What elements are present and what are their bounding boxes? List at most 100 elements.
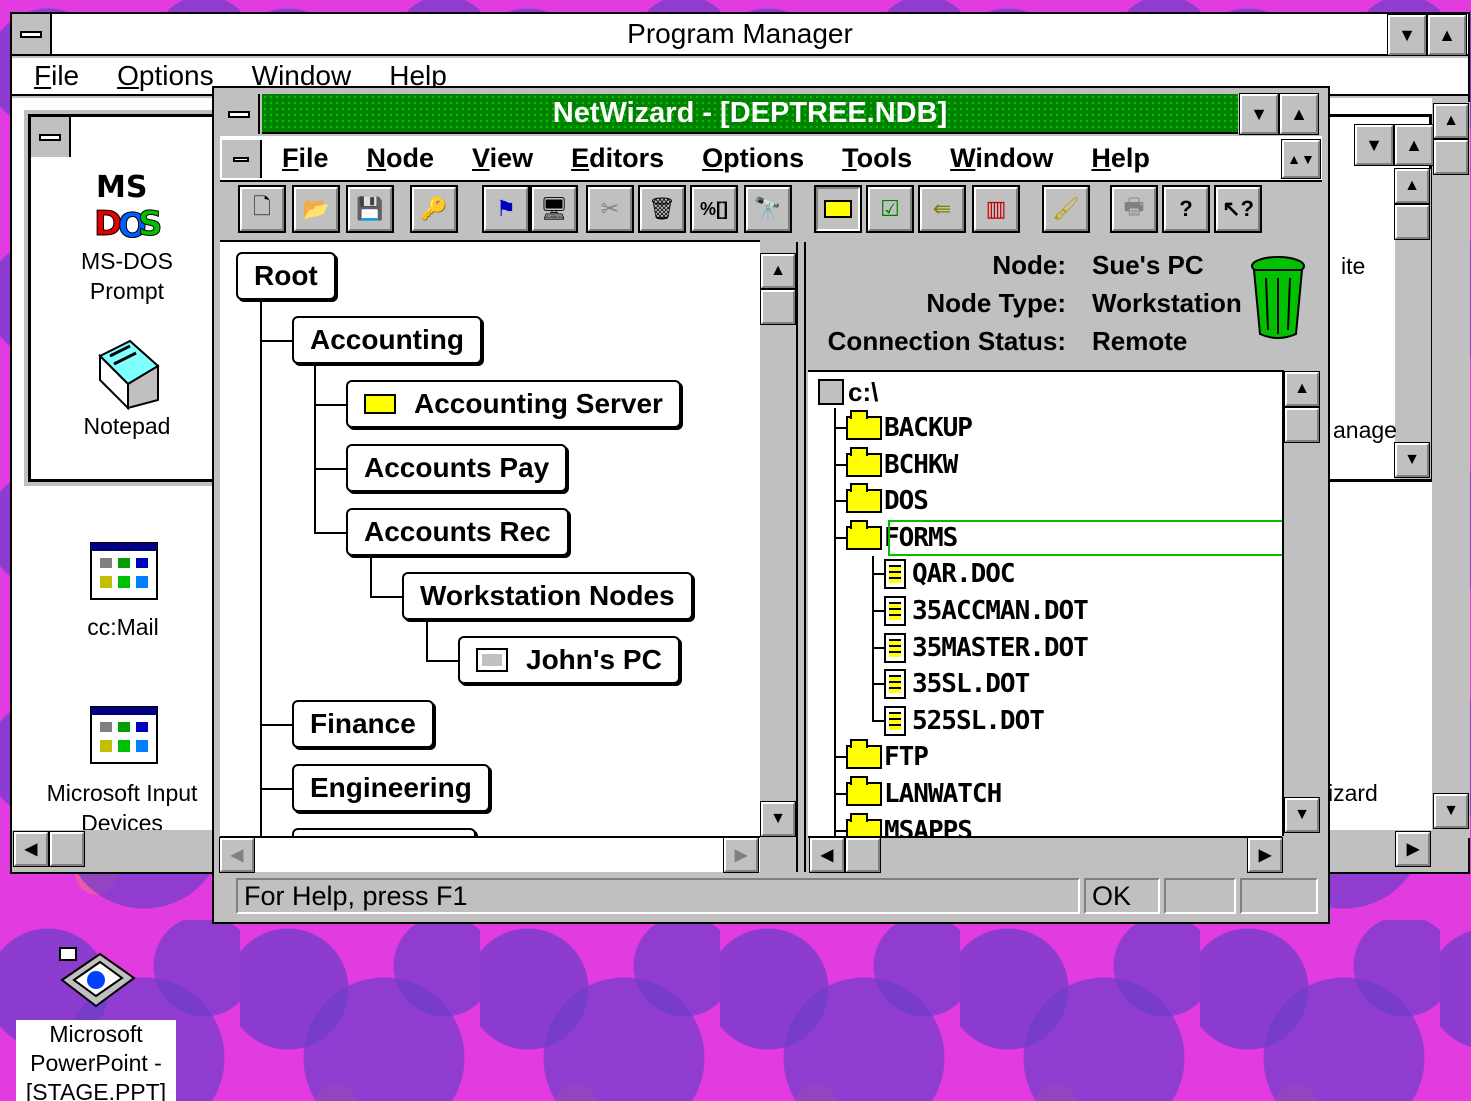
tree-vertical-scrollbar[interactable]: ▲ ▼ bbox=[760, 242, 796, 837]
scroll-thumb[interactable] bbox=[845, 837, 881, 873]
delete-icon[interactable]: 🗑 bbox=[638, 185, 686, 233]
percent-icon[interactable]: %[] bbox=[690, 185, 738, 233]
system-menu-box[interactable] bbox=[12, 14, 52, 54]
menu-file[interactable]: File bbox=[34, 60, 79, 92]
folder-item[interactable]: MSAPPS bbox=[836, 812, 973, 836]
scroll-thumb[interactable] bbox=[1433, 139, 1469, 175]
file-item[interactable]: 35SL.DOT bbox=[874, 666, 1030, 702]
scroll-left-arrow[interactable]: ◀ bbox=[219, 837, 255, 873]
scroll-left-arrow[interactable]: ◀ bbox=[13, 831, 49, 867]
scroll-down-arrow[interactable]: ▼ bbox=[1394, 442, 1430, 478]
back-icon[interactable]: ⇚ bbox=[918, 185, 966, 233]
program-group-icon[interactable] bbox=[90, 542, 158, 600]
powerpoint-label[interactable]: Microsoft PowerPoint - [STAGE.PPT] bbox=[16, 1020, 176, 1101]
tree-node-root[interactable]: Root bbox=[236, 252, 336, 300]
group-minimize-button[interactable]: ▼ bbox=[1354, 124, 1394, 166]
folder-item[interactable]: FTP bbox=[836, 739, 929, 775]
file-horizontal-scrollbar[interactable]: ◀ ▶ bbox=[808, 836, 1283, 873]
file-item[interactable]: 35MASTER.DOT bbox=[874, 630, 1089, 666]
powerpoint-icon[interactable] bbox=[56, 944, 136, 1014]
scroll-right-arrow[interactable]: ▶ bbox=[1247, 837, 1283, 873]
scroll-down-arrow[interactable]: ▼ bbox=[1433, 793, 1469, 829]
netwizard-maximize-button[interactable]: ▲ bbox=[1279, 93, 1319, 135]
key-icon[interactable]: 🔑 bbox=[410, 185, 458, 233]
program-group-icon[interactable] bbox=[90, 706, 158, 764]
context-help-icon[interactable]: ↖? bbox=[1214, 185, 1262, 233]
books-icon[interactable]: ▥ bbox=[972, 185, 1020, 233]
tree-node-accounting-server[interactable]: Accounting Server bbox=[346, 380, 681, 428]
status-panel-empty bbox=[1164, 878, 1236, 914]
cut-icon[interactable]: ✂ bbox=[586, 185, 634, 233]
menu-editors[interactable]: Editors bbox=[571, 143, 664, 174]
file-tree-connector bbox=[874, 573, 886, 576]
group-system-menu[interactable] bbox=[31, 117, 71, 157]
pane-splitter[interactable] bbox=[796, 242, 806, 872]
group-maximize-button[interactable]: ▲ bbox=[1394, 124, 1434, 166]
help-icon[interactable]: ? bbox=[1162, 185, 1210, 233]
find-icon[interactable]: 🔭 bbox=[744, 185, 792, 233]
tree-node-johns-pc[interactable]: John's PC bbox=[458, 636, 680, 684]
tree-node-finance[interactable]: Finance bbox=[292, 700, 434, 748]
file-vertical-scrollbar[interactable]: ▲ ▼ bbox=[1282, 370, 1320, 836]
folder-item[interactable]: DOS bbox=[836, 483, 929, 519]
scroll-up-arrow[interactable]: ▲ bbox=[1433, 103, 1469, 139]
netwizard-titlebar[interactable]: NetWizard - [DEPTREE.NDB] bbox=[262, 94, 1238, 134]
maximize-button[interactable]: ▲ bbox=[1427, 14, 1467, 56]
check-icon[interactable]: ☑ bbox=[866, 185, 914, 233]
scroll-thumb[interactable] bbox=[1284, 407, 1320, 443]
scroll-up-arrow[interactable]: ▲ bbox=[760, 253, 796, 289]
computer-icon[interactable]: 🖥 bbox=[530, 185, 578, 233]
menu-window[interactable]: Window bbox=[950, 143, 1053, 174]
folder-icon[interactable] bbox=[814, 185, 862, 233]
folder-item[interactable]: LANWATCH bbox=[836, 776, 1002, 812]
scroll-thumb[interactable] bbox=[760, 289, 796, 325]
netwizard-minimize-button[interactable]: ▼ bbox=[1239, 93, 1279, 135]
scroll-right-arrow[interactable]: ▶ bbox=[723, 837, 759, 873]
save-icon[interactable]: 💾 bbox=[346, 185, 394, 233]
scroll-down-arrow[interactable]: ▼ bbox=[1284, 797, 1320, 833]
tree-horizontal-scrollbar[interactable]: ◀ ▶ bbox=[219, 836, 760, 873]
child-system-menu[interactable] bbox=[222, 140, 262, 178]
print-icon[interactable]: 🖶 bbox=[1110, 185, 1158, 233]
file-item[interactable]: QAR.DOC bbox=[874, 556, 1016, 592]
ms-dos-icon[interactable]: MS D O S bbox=[92, 169, 164, 247]
tree-node-accounts-pay[interactable]: Accounts Pay bbox=[346, 444, 568, 492]
scroll-left-arrow[interactable]: ◀ bbox=[809, 837, 845, 873]
file-item[interactable]: 525SL.DOT bbox=[874, 703, 1045, 739]
tree-node-accounting[interactable]: Accounting bbox=[292, 316, 482, 364]
folder-item[interactable]: BACKUP bbox=[836, 410, 973, 446]
file-item[interactable]: 35ACCMAN.DOT bbox=[874, 593, 1089, 629]
menu-node[interactable]: Node bbox=[367, 143, 435, 174]
menu-help[interactable]: Help bbox=[1091, 143, 1150, 174]
group-vertical-scrollbar[interactable]: ▲ ▼ bbox=[1394, 168, 1431, 479]
menu-file[interactable]: File bbox=[282, 143, 329, 174]
scroll-down-arrow[interactable]: ▼ bbox=[760, 801, 796, 837]
scroll-right-arrow[interactable]: ▶ bbox=[1395, 831, 1431, 867]
brush-icon[interactable]: 🖌 bbox=[1042, 185, 1090, 233]
notepad-icon[interactable] bbox=[90, 336, 160, 411]
pm-vertical-scrollbar[interactable]: ▲ ▼ bbox=[1433, 102, 1470, 838]
scroll-thumb[interactable] bbox=[1394, 204, 1430, 240]
tree-node-workstation-nodes[interactable]: Workstation Nodes bbox=[402, 572, 693, 620]
folder-item[interactable]: BCHKW bbox=[836, 446, 958, 483]
drive-row[interactable]: c:\ bbox=[818, 374, 878, 410]
minimize-button[interactable]: ▼ bbox=[1387, 14, 1427, 56]
new-icon[interactable]: 🗋 bbox=[238, 185, 286, 233]
tree-node-partial[interactable] bbox=[292, 828, 476, 836]
tree-node-engineering[interactable]: Engineering bbox=[292, 764, 490, 812]
menu-tools[interactable]: Tools bbox=[842, 143, 912, 174]
scroll-up-arrow[interactable]: ▲ bbox=[1284, 371, 1320, 407]
netwizard-system-menu[interactable] bbox=[220, 94, 260, 134]
node-icon[interactable]: ⚑ bbox=[482, 185, 530, 233]
scroll-up-arrow[interactable]: ▲ bbox=[1394, 168, 1430, 204]
child-restore-button[interactable]: ▲▼ bbox=[1281, 139, 1321, 179]
recycle-bin-icon[interactable] bbox=[1248, 252, 1310, 342]
menu-options[interactable]: Options bbox=[117, 60, 214, 92]
menu-options[interactable]: Options bbox=[702, 143, 804, 174]
program-manager-titlebar[interactable]: Program Manager bbox=[12, 14, 1468, 56]
open-icon[interactable]: 📂 bbox=[292, 185, 340, 233]
tree-connector bbox=[314, 468, 346, 470]
scroll-thumb[interactable] bbox=[49, 831, 85, 867]
menu-view[interactable]: View bbox=[472, 143, 533, 174]
tree-node-accounts-rec[interactable]: Accounts Rec bbox=[346, 508, 569, 556]
